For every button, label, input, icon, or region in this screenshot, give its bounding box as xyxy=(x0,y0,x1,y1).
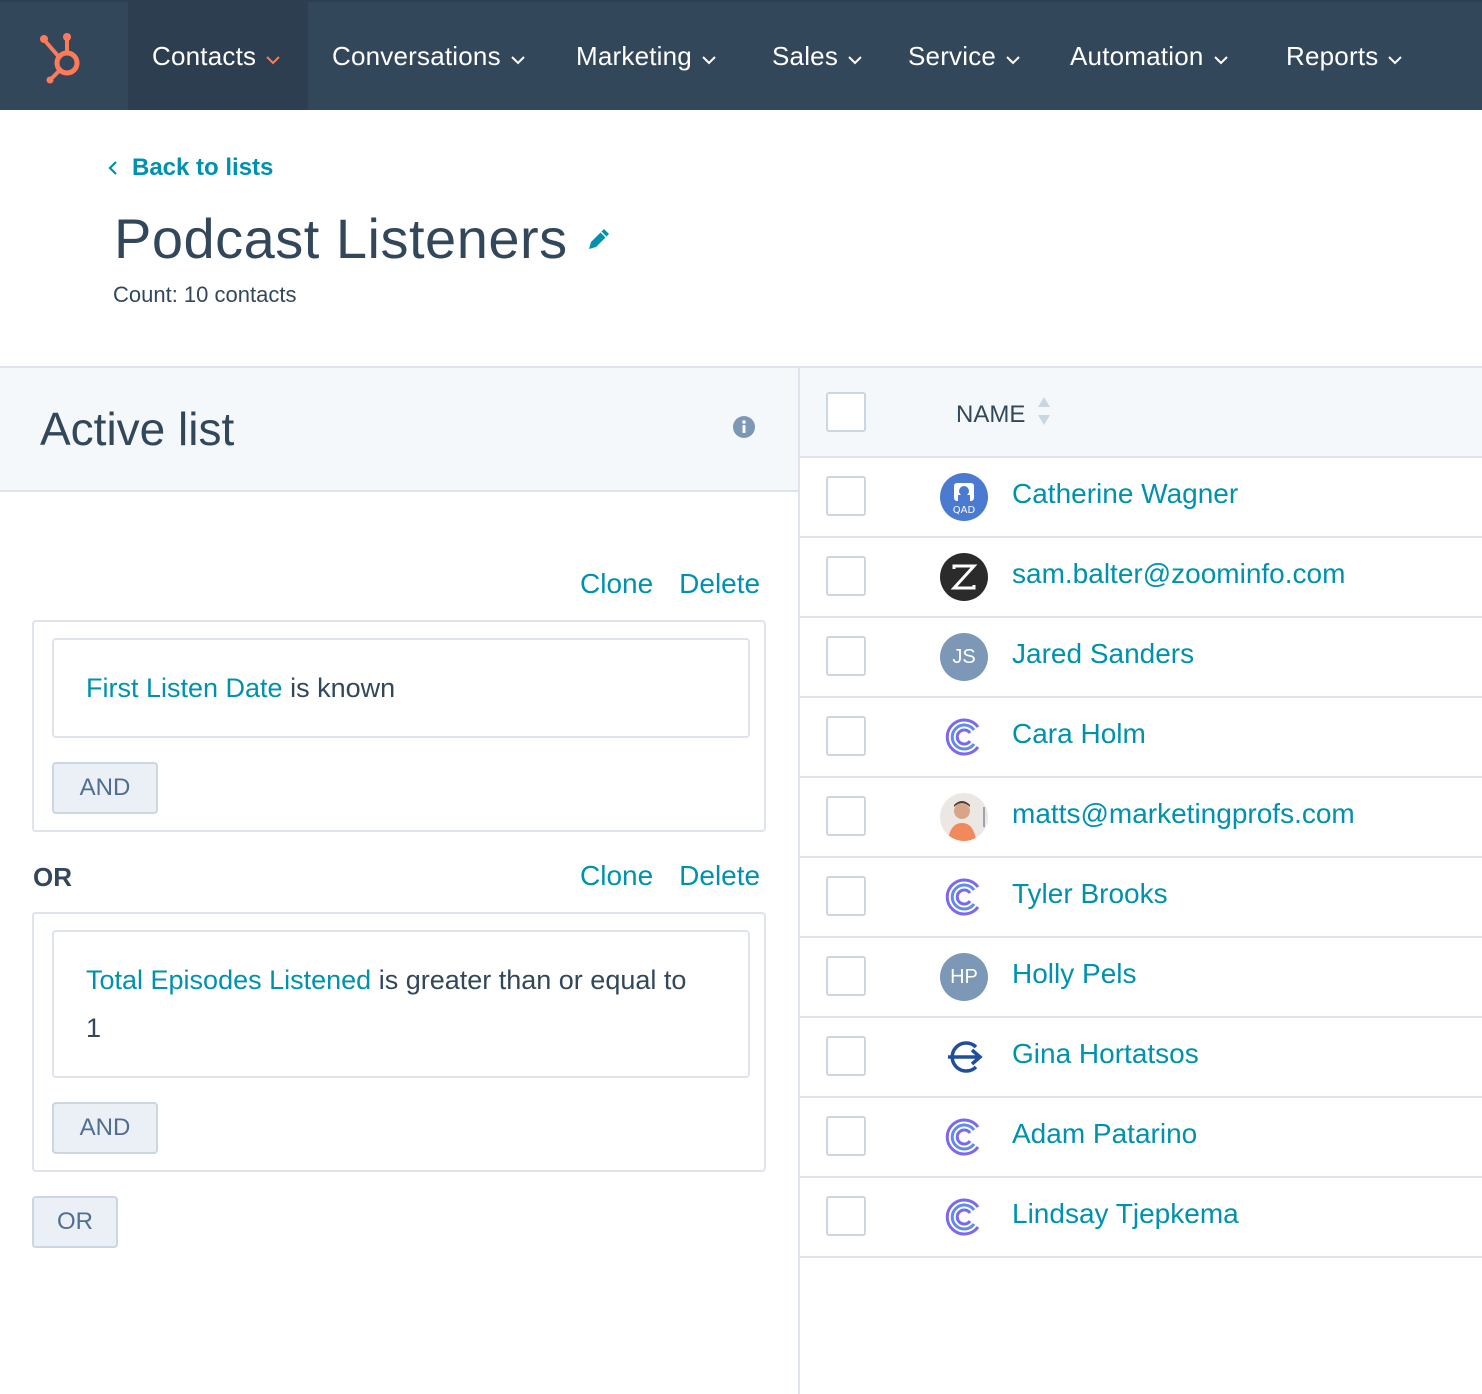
row-checkbox[interactable] xyxy=(826,1036,866,1076)
zoominfo-logo-icon xyxy=(940,553,988,601)
top-navigation: Contacts Conversations Marketing Sales S… xyxy=(0,0,1482,110)
contact-name-link[interactable]: Lindsay Tjepkema xyxy=(1012,1198,1239,1230)
chevron-left-icon xyxy=(108,160,118,176)
initials-avatar: HP xyxy=(940,953,988,1001)
filter-property[interactable]: First Listen Date xyxy=(86,673,283,703)
nav-marketing-label: Marketing xyxy=(576,40,692,71)
list-type-title: Active list xyxy=(40,403,235,455)
name-column-label: NAME xyxy=(956,400,1026,428)
initials-avatar: JS xyxy=(940,633,988,681)
table-row: Gina Hortatsos xyxy=(800,1018,1482,1098)
group-2-actions: Clone Delete xyxy=(580,860,760,892)
row-checkbox[interactable] xyxy=(826,876,866,916)
hubspot-sprocket-icon xyxy=(40,33,80,84)
row-checkbox[interactable] xyxy=(826,636,866,676)
table-header: NAME xyxy=(800,368,1482,458)
delete-group-button[interactable]: Delete xyxy=(679,568,760,600)
contact-name-link[interactable]: Catherine Wagner xyxy=(1012,478,1238,510)
clone-group-button[interactable]: Clone xyxy=(580,860,653,892)
table-row: matts@marketingprofs.com xyxy=(800,778,1482,858)
filter-group-2: Total Episodes Listened is greater than … xyxy=(32,912,766,1172)
contact-name-link[interactable]: Gina Hortatsos xyxy=(1012,1038,1199,1070)
filter-value: 1 xyxy=(86,1013,102,1043)
chevron-down-icon xyxy=(848,41,862,72)
back-to-lists-link[interactable]: Back to lists xyxy=(108,150,273,186)
info-icon[interactable] xyxy=(732,415,756,444)
row-checkbox[interactable] xyxy=(826,1196,866,1236)
contact-name-link[interactable]: matts@marketingprofs.com xyxy=(1012,798,1355,830)
nav-sales-label: Sales xyxy=(772,40,839,71)
filter-card[interactable]: First Listen Date is known xyxy=(52,638,750,738)
chevron-down-icon xyxy=(1213,41,1228,72)
chevron-down-icon xyxy=(1388,41,1403,72)
company-c-logo-icon xyxy=(940,713,988,761)
select-all-checkbox[interactable] xyxy=(826,392,866,432)
nav-service[interactable]: Service xyxy=(908,2,1020,110)
nav-reports-label: Reports xyxy=(1286,40,1379,71)
company-c-logo-icon xyxy=(940,873,988,921)
row-checkbox[interactable] xyxy=(826,556,866,596)
filter-condition: is known xyxy=(282,673,396,703)
nav-automation[interactable]: Automation xyxy=(1070,2,1228,110)
and-button[interactable]: AND xyxy=(52,1102,158,1154)
contact-name-link[interactable]: sam.balter@zoominfo.com xyxy=(1012,558,1345,590)
contact-name-link[interactable]: Jared Sanders xyxy=(1012,638,1194,670)
hubspot-logo[interactable] xyxy=(0,2,128,110)
person-photo-avatar xyxy=(940,793,988,841)
filter-group-1: First Listen Date is known AND xyxy=(32,620,766,832)
table-row: HP Holly Pels xyxy=(800,938,1482,1018)
or-separator: OR xyxy=(33,862,72,892)
table-row: JS Jared Sanders xyxy=(800,618,1482,698)
page-title: Podcast Listeners xyxy=(114,207,568,270)
pencil-icon[interactable] xyxy=(584,224,614,259)
group-1-actions: Clone Delete xyxy=(580,568,760,600)
contact-name-link[interactable]: Tyler Brooks xyxy=(1012,878,1168,910)
table-row: Adam Patarino xyxy=(800,1098,1482,1178)
list-type-header: Active list xyxy=(0,368,798,492)
chevron-down-icon xyxy=(702,41,716,72)
contact-name-link[interactable]: Holly Pels xyxy=(1012,958,1136,990)
or-button[interactable]: OR xyxy=(32,1196,118,1248)
company-c-logo-icon xyxy=(940,1193,988,1241)
chevron-down-icon xyxy=(511,41,525,72)
table-row: Lindsay Tjepkema xyxy=(800,1178,1482,1258)
clone-group-button[interactable]: Clone xyxy=(580,568,653,600)
nav-sales[interactable]: Sales xyxy=(772,2,862,110)
company-c-logo-icon xyxy=(940,1113,988,1161)
row-checkbox[interactable] xyxy=(826,716,866,756)
name-column-header[interactable]: NAME xyxy=(956,396,1051,433)
filter-condition: is greater than or equal to xyxy=(371,965,687,995)
nav-marketing[interactable]: Marketing xyxy=(576,2,716,110)
table-row: Tyler Brooks xyxy=(800,858,1482,938)
contact-name-link[interactable]: Adam Patarino xyxy=(1012,1118,1197,1150)
table-row: QAD Catherine Wagner xyxy=(800,458,1482,538)
table-row: Cara Holm xyxy=(800,698,1482,778)
nav-contacts-label: Contacts xyxy=(152,40,257,71)
and-button[interactable]: AND xyxy=(52,762,158,814)
contact-name-link[interactable]: Cara Holm xyxy=(1012,718,1146,750)
nav-conversations[interactable]: Conversations xyxy=(332,2,525,110)
qad-logo-icon: QAD xyxy=(940,473,988,521)
row-checkbox[interactable] xyxy=(826,796,866,836)
row-checkbox[interactable] xyxy=(826,476,866,516)
contact-count: Count: 10 contacts xyxy=(113,282,297,307)
arrow-e-logo-icon xyxy=(940,1033,988,1081)
nav-contacts[interactable]: Contacts xyxy=(128,2,308,110)
table-row: sam.balter@zoominfo.com xyxy=(800,538,1482,618)
chevron-down-icon xyxy=(266,41,280,72)
back-to-lists-label: Back to lists xyxy=(132,154,274,181)
nav-service-label: Service xyxy=(908,40,997,71)
nav-conversations-label: Conversations xyxy=(332,40,501,71)
nav-reports[interactable]: Reports xyxy=(1286,2,1403,110)
svg-text:QAD: QAD xyxy=(953,505,976,516)
sort-icon xyxy=(1037,396,1051,433)
chevron-down-icon xyxy=(1006,41,1020,72)
filter-card[interactable]: Total Episodes Listened is greater than … xyxy=(52,930,750,1078)
filter-property[interactable]: Total Episodes Listened xyxy=(86,965,371,995)
row-checkbox[interactable] xyxy=(826,1116,866,1156)
nav-automation-label: Automation xyxy=(1070,40,1204,71)
delete-group-button[interactable]: Delete xyxy=(679,860,760,892)
row-checkbox[interactable] xyxy=(826,956,866,996)
filters-panel: Active list Clone Delete First Listen Da… xyxy=(0,368,798,1394)
